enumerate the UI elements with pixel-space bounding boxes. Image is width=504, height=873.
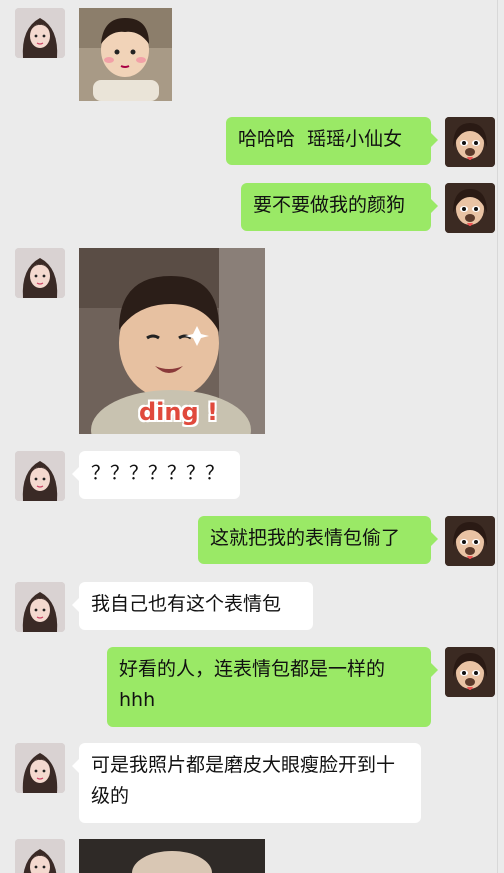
partial-photo-icon	[79, 839, 265, 873]
message-text: 我自己也有这个表情包	[91, 593, 282, 615]
self-avatar[interactable]	[445, 647, 495, 697]
self-avatar-icon	[445, 647, 495, 697]
contact-avatar-icon	[15, 839, 65, 873]
self-avatar[interactable]	[445, 516, 495, 566]
scroll-edge	[497, 0, 498, 873]
message-bubble-self[interactable]: 要不要做我的颜狗	[241, 183, 438, 231]
contact-avatar[interactable]	[15, 248, 65, 298]
self-avatar[interactable]	[445, 117, 495, 167]
message-bubble-other[interactable]: ？？？？？？？	[72, 451, 240, 499]
contact-avatar-icon	[15, 248, 65, 298]
self-avatar-icon	[445, 516, 495, 566]
message-bubble-self[interactable]: 这就把我的表情包偷了	[198, 516, 438, 564]
contact-avatar[interactable]	[15, 582, 65, 632]
contact-avatar[interactable]	[15, 8, 65, 58]
sticker-caption: ding !	[139, 398, 218, 426]
message-bubble-other[interactable]: 我自己也有这个表情包	[72, 582, 313, 630]
image-message-toddler[interactable]	[79, 8, 172, 101]
toddler-photo-icon	[79, 8, 172, 101]
image-message-partial[interactable]	[79, 839, 265, 873]
contact-avatar-icon	[15, 743, 65, 793]
message-text: 要不要做我的颜狗	[253, 194, 406, 216]
contact-avatar-icon	[15, 451, 65, 501]
self-avatar-icon	[445, 117, 495, 167]
contact-avatar[interactable]	[15, 743, 65, 793]
message-bubble-self[interactable]: 哈哈哈 瑶瑶小仙女	[226, 117, 438, 165]
contact-avatar-icon	[15, 8, 65, 58]
contact-avatar[interactable]	[15, 839, 65, 873]
contact-avatar-icon	[15, 582, 65, 632]
message-text: 好看的人，连表情包都是一样的hhh	[119, 658, 386, 711]
self-avatar-icon	[445, 183, 495, 233]
message-bubble-self[interactable]: 好看的人，连表情包都是一样的hhh	[107, 647, 438, 727]
image-message-sticker[interactable]: ding !	[79, 248, 265, 434]
contact-avatar[interactable]	[15, 451, 65, 501]
message-text: 可是我照片都是磨皮大眼瘦脸开到十级的	[91, 754, 396, 807]
message-text: 这就把我的表情包偷了	[210, 527, 401, 549]
message-bubble-other[interactable]: 可是我照片都是磨皮大眼瘦脸开到十级的	[72, 743, 421, 823]
message-text: 哈哈哈 瑶瑶小仙女	[238, 128, 403, 150]
message-text: ？？？？？？？	[91, 462, 225, 484]
self-avatar[interactable]	[445, 183, 495, 233]
